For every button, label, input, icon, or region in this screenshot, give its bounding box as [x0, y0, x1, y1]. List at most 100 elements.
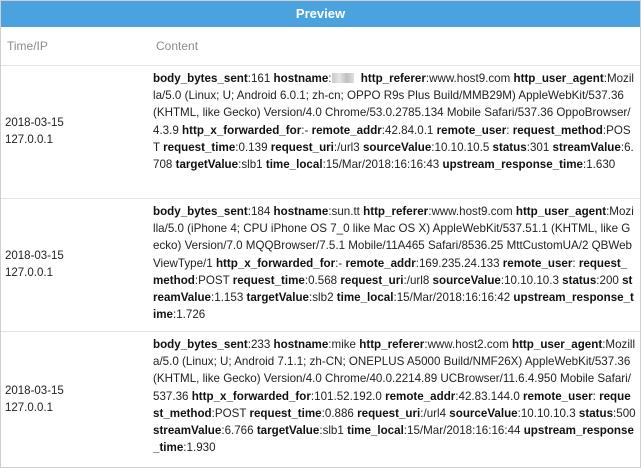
- field-value-http-x-forwarded-for: -: [338, 256, 343, 270]
- field-key-request-time: request_time: [232, 273, 305, 287]
- field-value-hostname: mike: [331, 338, 357, 351]
- field-key-remote-user: remote_user: [436, 123, 507, 137]
- field-value-status: 200: [599, 273, 619, 287]
- field-key-time-local: time_local: [347, 424, 404, 438]
- field-value-sourceValue: 10.10.10.5: [434, 140, 490, 154]
- field-key-request-time: request_time: [163, 140, 236, 154]
- log-row: 2018-03-15 127.0.0.1 body_bytes_sent:233…: [1, 332, 640, 467]
- field-key-time-local: time_local: [336, 291, 394, 305]
- field-value-request-uri: /url8: [406, 273, 430, 287]
- field-key-body-bytes-sent: body_bytes_sent: [153, 338, 248, 351]
- log-time-ip: 2018-03-15 127.0.0.1: [1, 332, 151, 467]
- field-key-body-bytes-sent: body_bytes_sent: [153, 72, 248, 85]
- field-value-time-local: 15/Mar/2018:16:16:43: [325, 158, 440, 172]
- column-header-time-ip: Time/IP: [7, 39, 48, 53]
- field-value-http-x-forwarded-for: -: [304, 123, 309, 137]
- field-value-targetValue: slb1: [241, 158, 263, 172]
- field-key-remote-addr: remote_addr: [385, 389, 456, 403]
- field-value-http-referer: www.host9.com: [429, 72, 511, 85]
- field-value-time-local: 15/Mar/2018:16:16:42: [396, 291, 511, 305]
- field-value-request-method: POST: [214, 406, 247, 420]
- field-value-sourceValue: 10.10.10.3: [520, 406, 576, 420]
- log-ip: 127.0.0.1: [5, 134, 53, 146]
- field-value-body-bytes-sent: 233: [250, 338, 271, 351]
- field-value-request-time: 0.568: [308, 273, 338, 287]
- field-key-remote-addr: remote_addr: [345, 256, 416, 270]
- field-value-upstream-response-time: 1.726: [176, 308, 206, 322]
- field-key-sourceValue: sourceValue: [449, 406, 518, 420]
- field-key-targetValue: targetValue: [256, 424, 320, 438]
- field-key-hostname: hostname: [273, 72, 329, 85]
- preview-title: Preview: [1, 1, 640, 27]
- field-key-status: status: [578, 406, 614, 420]
- field-value-body-bytes-sent: 161: [250, 72, 271, 85]
- log-ip: 127.0.0.1: [5, 267, 53, 279]
- log-time-ip: 2018-03-15 127.0.0.1: [1, 199, 151, 331]
- field-key-http-user-agent: http_user_agent: [513, 72, 604, 85]
- field-key-http-referer: http_referer: [359, 338, 425, 351]
- field-value-remote-addr: 42.84.0.1: [385, 123, 434, 137]
- preview-panel: Preview Time/IP Content 2018-03-15 127.0…: [0, 0, 641, 468]
- field-key-status: status: [492, 140, 527, 154]
- field-key-request-uri: request_uri: [340, 273, 404, 287]
- field-key-remote-user: remote_user: [502, 256, 573, 270]
- field-value-upstream-response-time: 1.930: [186, 441, 216, 455]
- field-value-http-referer: www.host9.com: [431, 205, 513, 218]
- field-key-http-referer: http_referer: [360, 72, 426, 85]
- field-value-targetValue: slb1: [322, 424, 344, 438]
- field-value-http-x-forwarded-for: 101.52.192.0: [314, 389, 382, 403]
- field-key-http-x-forwarded-for: http_x_forwarded_for: [191, 389, 311, 403]
- field-key-http-x-forwarded-for: http_x_forwarded_for: [215, 256, 336, 270]
- field-key-request-uri: request_uri: [357, 406, 421, 420]
- log-content: body_bytes_sent:184 hostname:sun.tt http…: [153, 205, 634, 322]
- field-key-time-local: time_local: [265, 158, 323, 172]
- field-value-request-method: POST: [198, 273, 230, 287]
- field-value-request-time: 0.139: [238, 140, 268, 154]
- field-value-streamValue: 6.766: [224, 424, 254, 438]
- log-date: 2018-03-15: [5, 117, 64, 129]
- redacted-value: [331, 73, 354, 83]
- log-content: body_bytes_sent:161 hostname: http_refer…: [153, 72, 634, 172]
- field-value-status: 301: [529, 140, 550, 154]
- log-date: 2018-03-15: [5, 384, 64, 397]
- log-time-ip: 2018-03-15 127.0.0.1: [1, 66, 151, 198]
- field-key-streamValue: streamValue: [552, 140, 621, 154]
- log-date: 2018-03-15: [5, 250, 64, 262]
- field-key-request-uri: request_uri: [270, 140, 334, 154]
- field-key-remote-addr: remote_addr: [311, 123, 382, 137]
- field-value-request-uri: /url3: [337, 140, 360, 154]
- field-key-http-user-agent: http_user_agent: [515, 205, 607, 218]
- field-key-upstream-response-time: upstream_response_time: [442, 158, 583, 172]
- column-header-content: Content: [156, 39, 199, 53]
- field-key-hostname: hostname: [273, 205, 329, 218]
- log-row: 2018-03-15 127.0.0.1 body_bytes_sent:184…: [1, 199, 640, 332]
- field-key-request-time: request_time: [249, 406, 322, 420]
- field-key-status: status: [562, 273, 597, 287]
- field-key-sourceValue: sourceValue: [432, 273, 501, 287]
- log-content: body_bytes_sent:233 hostname:mike http_r…: [153, 338, 636, 455]
- field-key-http-x-forwarded-for: http_x_forwarded_for: [182, 123, 302, 137]
- field-key-http-referer: http_referer: [363, 205, 429, 218]
- log-row: 2018-03-15 127.0.0.1 body_bytes_sent:161…: [1, 66, 640, 199]
- field-key-sourceValue: sourceValue: [362, 140, 432, 154]
- field-value-body-bytes-sent: 184: [250, 205, 271, 218]
- column-header: Time/IP Content: [1, 27, 640, 66]
- field-value-streamValue: 1.153: [214, 291, 244, 305]
- field-value-request-uri: /url4: [423, 406, 447, 420]
- field-value-remote-addr: 169.235.24.133: [418, 256, 500, 270]
- field-value-status: 500: [616, 406, 636, 420]
- field-value-remote-addr: 42.83.144.0: [458, 389, 520, 403]
- field-key-targetValue: targetValue: [175, 158, 239, 172]
- field-value-hostname: sun.tt: [331, 205, 360, 218]
- field-key-hostname: hostname: [273, 338, 329, 351]
- field-value-upstream-response-time: 1.630: [586, 158, 616, 172]
- field-key-streamValue: streamValue: [153, 424, 222, 438]
- field-key-body-bytes-sent: body_bytes_sent: [153, 205, 248, 218]
- field-value-http-referer: www.host2.com: [427, 338, 509, 351]
- field-value-targetValue: slb2: [312, 291, 334, 305]
- field-key-http-user-agent: http_user_agent: [511, 338, 603, 351]
- field-key-remote-user: remote_user: [523, 389, 593, 403]
- field-key-request-method: request_method: [512, 123, 603, 137]
- field-value-request-time: 0.886: [324, 406, 354, 420]
- field-value-sourceValue: 10.10.10.3: [504, 273, 559, 287]
